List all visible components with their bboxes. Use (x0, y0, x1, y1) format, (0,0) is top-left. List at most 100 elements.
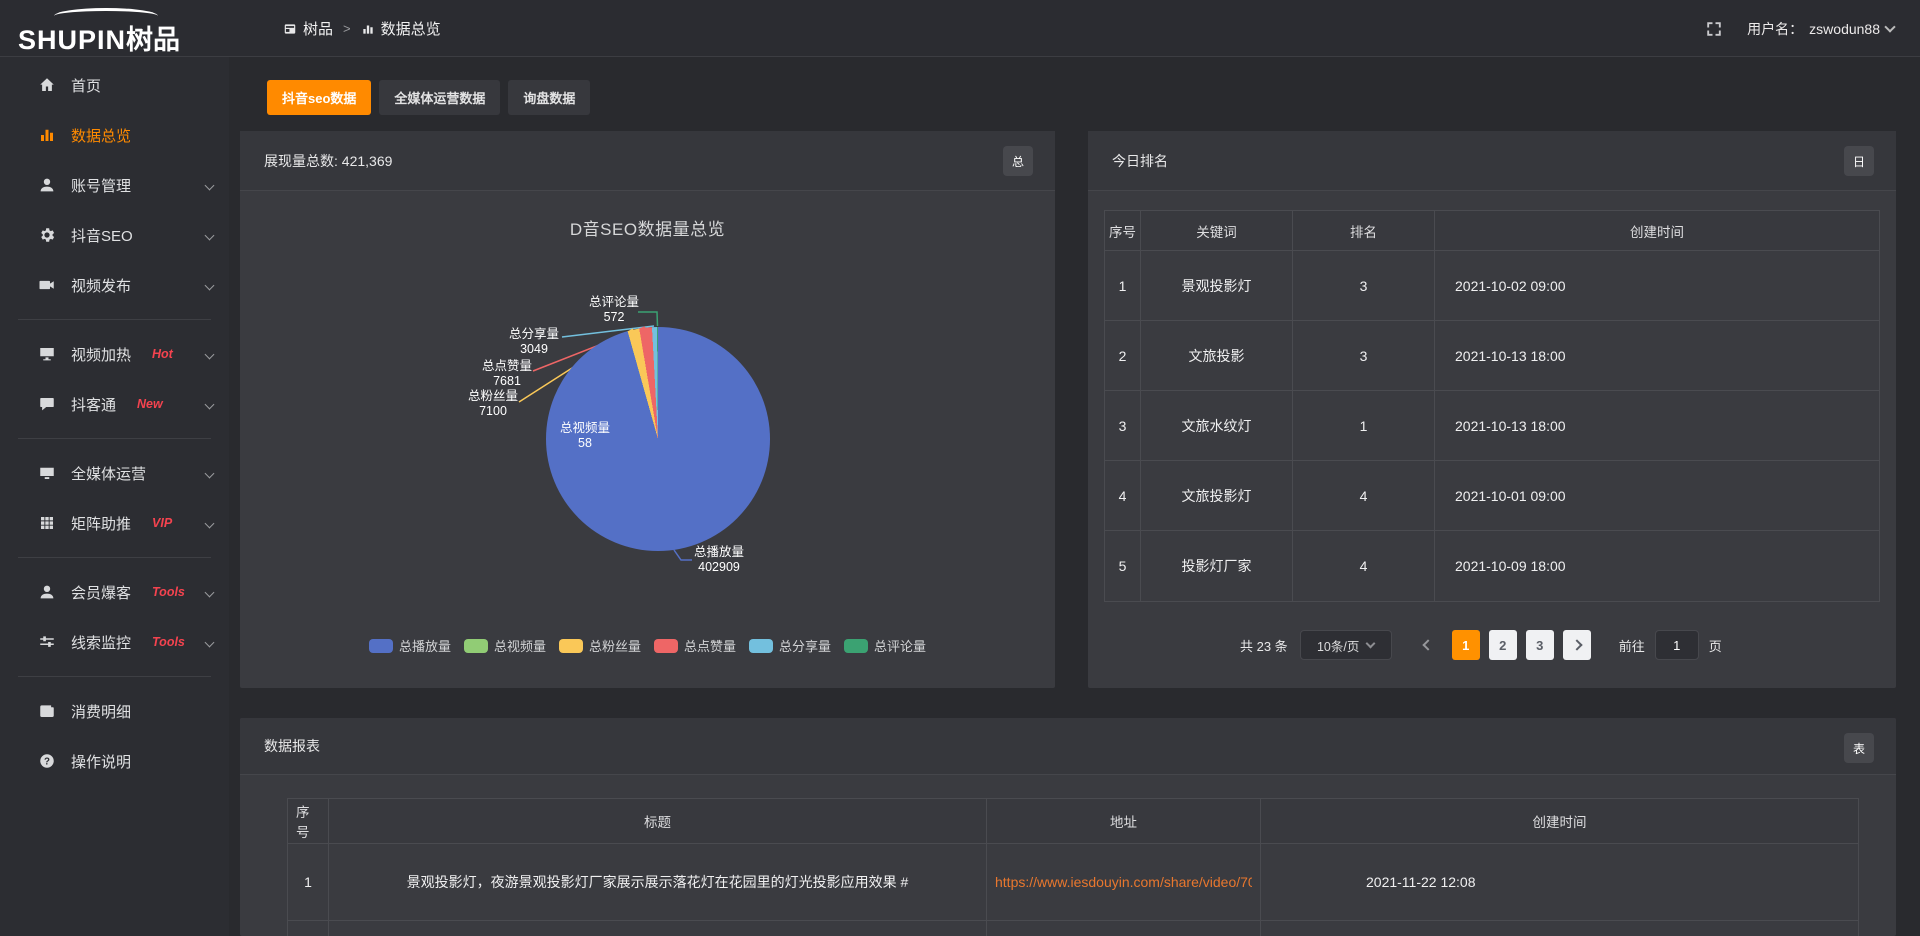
page-size-select[interactable]: 10条/页 (1300, 630, 1392, 660)
legend-item-plays[interactable]: 总播放量 (369, 636, 451, 655)
main-content: 抖音seo数据 全媒体运营数据 询盘数据 展现量总数: 421,369 总 D音… (229, 57, 1920, 936)
report-table: 序号 标题 地址 创建时间 1 景观投影灯，夜游景观投影灯厂家展示展示落花灯在花… (287, 798, 1859, 936)
chevron-down-icon (1884, 21, 1895, 32)
sidebar-item-label: 视频发布 (71, 275, 131, 296)
page-button-1[interactable]: 1 (1452, 630, 1480, 660)
screen-icon (38, 345, 56, 363)
breadcrumb-label: 树品 (303, 18, 333, 39)
new-tag: New (137, 397, 163, 411)
pie-callout-shares: 总分享量3049 (509, 327, 559, 357)
chevron-down-icon (1366, 638, 1376, 648)
col-header-created: 创建时间 (1435, 211, 1879, 250)
chevron-down-icon (205, 280, 215, 290)
sidebar-item-label: 数据总览 (71, 125, 131, 146)
col-header-index: 序号 (288, 799, 329, 843)
sidebar-item-label: 矩阵助推 (71, 513, 131, 534)
sidebar-item-spend-detail[interactable]: 消费明细 (0, 686, 229, 736)
ranking-panel-title: 今日排名 (1088, 131, 1896, 191)
tab-douyin-seo-data[interactable]: 抖音seo数据 (267, 80, 371, 115)
chevron-down-icon (205, 468, 215, 478)
page-button-3[interactable]: 3 (1526, 630, 1554, 660)
pagination: 共 23 条 10条/页 1 2 3 前往 页 (1240, 629, 1722, 661)
logo-text-cn: 树品 (126, 25, 180, 55)
chevron-down-icon (205, 637, 215, 647)
legend-swatch (369, 639, 393, 653)
legend-swatch (559, 639, 583, 653)
table-row (288, 921, 1858, 936)
legend-item-likes[interactable]: 总点赞量 (654, 636, 736, 655)
tab-media-ops-data[interactable]: 全媒体运营数据 (379, 80, 500, 115)
sidebar-item-help[interactable]: ? 操作说明 (0, 736, 229, 786)
sidebar-item-doukettong[interactable]: 抖客通 New (0, 379, 229, 429)
vip-tag: VIP (152, 516, 172, 530)
topbar-actions: 用户名： zswodun88 (1705, 0, 1894, 57)
sidebar-item-label: 操作说明 (71, 751, 131, 772)
legend-item-fans[interactable]: 总粉丝量 (559, 636, 641, 655)
video-link[interactable]: https://www.iesdouyin.com/share/video/70… (995, 874, 1252, 890)
sidebar-item-label: 消费明细 (71, 701, 131, 722)
chevron-down-icon (205, 230, 215, 240)
sidebar-item-member-burst[interactable]: 会员爆客 Tools (0, 567, 229, 617)
col-header-index: 序号 (1105, 211, 1141, 250)
sliders-icon (38, 633, 56, 651)
sidebar-item-matrix-boost[interactable]: 矩阵助推 VIP (0, 498, 229, 548)
day-badge[interactable]: 日 (1844, 146, 1874, 176)
username: zswodun88 (1809, 21, 1880, 37)
goto-label: 前往 (1619, 636, 1645, 655)
question-icon: ? (38, 752, 56, 770)
bar-chart-icon (361, 22, 375, 36)
sidebar-item-account[interactable]: 账号管理 (0, 160, 229, 210)
top-bar: SHUPIN树品 树品 > 数据总览 用户名：zswodun88 (0, 0, 1920, 57)
page-button-2[interactable]: 2 (1489, 630, 1517, 660)
table-row: 1 景观投影灯 3 2021-10-02 09:00 (1105, 251, 1879, 321)
logo-text: SHUPIN树品 (18, 18, 180, 57)
next-page-button[interactable] (1563, 630, 1591, 660)
prev-page-button[interactable] (1418, 641, 1438, 649)
bar-chart-icon (38, 126, 56, 144)
user-menu[interactable]: 用户名： zswodun88 (1747, 19, 1894, 39)
data-tabs: 抖音seo数据 全媒体运营数据 询盘数据 (267, 80, 1920, 115)
fullscreen-icon[interactable] (1705, 20, 1723, 38)
breadcrumb-label: 数据总览 (381, 18, 441, 39)
col-header-keyword: 关键词 (1141, 211, 1293, 250)
chat-icon (38, 395, 56, 413)
sidebar-item-douyin-seo[interactable]: 抖音SEO (0, 210, 229, 260)
legend-swatch (464, 639, 488, 653)
sidebar-item-label: 全媒体运营 (71, 463, 146, 484)
col-header-rank: 排名 (1293, 211, 1435, 250)
sidebar-item-label: 首页 (71, 75, 101, 96)
pie-callout-videos: 总视频量58 (560, 421, 610, 451)
svg-text:?: ? (44, 756, 50, 767)
impressions-panel: 展现量总数: 421,369 总 D音SEO数据量总览 总评论量572 总分享量… (240, 131, 1055, 688)
breadcrumb-item-current[interactable]: 数据总览 (361, 18, 441, 39)
username-label: 用户名： (1747, 19, 1803, 39)
breadcrumb-item-home[interactable]: 树品 (283, 18, 333, 39)
sidebar: 首页 数据总览 账号管理 抖音SEO 视频发布 视频加热 Hot 抖客通 New… (0, 57, 229, 936)
home-icon (38, 76, 56, 94)
brand-logo: SHUPIN树品 (18, 8, 238, 50)
sidebar-item-video-publish[interactable]: 视频发布 (0, 260, 229, 310)
sidebar-item-video-heat[interactable]: 视频加热 Hot (0, 329, 229, 379)
sidebar-item-lead-monitor[interactable]: 线索监控 Tools (0, 617, 229, 667)
legend-item-shares[interactable]: 总分享量 (749, 636, 831, 655)
sidebar-divider (18, 438, 211, 439)
chevron-down-icon (205, 518, 215, 528)
table-row: 3 文旅水纹灯 1 2021-10-13 18:00 (1105, 391, 1879, 461)
legend-item-videos[interactable]: 总视频量 (464, 636, 546, 655)
breadcrumb-separator: > (343, 21, 351, 36)
table-badge[interactable]: 表 (1844, 733, 1874, 763)
sidebar-item-data-overview[interactable]: 数据总览 (0, 110, 229, 160)
legend-item-comments[interactable]: 总评论量 (844, 636, 926, 655)
total-badge[interactable]: 总 (1003, 146, 1033, 176)
sidebar-item-home[interactable]: 首页 (0, 60, 229, 110)
legend-swatch (749, 639, 773, 653)
ranking-table-header: 序号 关键词 排名 创建时间 (1105, 211, 1879, 251)
sidebar-item-media-ops[interactable]: 全媒体运营 (0, 448, 229, 498)
member-icon (38, 583, 56, 601)
wallet-icon (38, 702, 56, 720)
tab-inquiry-data[interactable]: 询盘数据 (508, 80, 590, 115)
goto-page-input[interactable] (1655, 630, 1699, 660)
page-unit-label: 页 (1709, 636, 1722, 655)
logo-text-en: SHUPIN (18, 25, 126, 55)
sidebar-item-label: 视频加热 (71, 344, 131, 365)
